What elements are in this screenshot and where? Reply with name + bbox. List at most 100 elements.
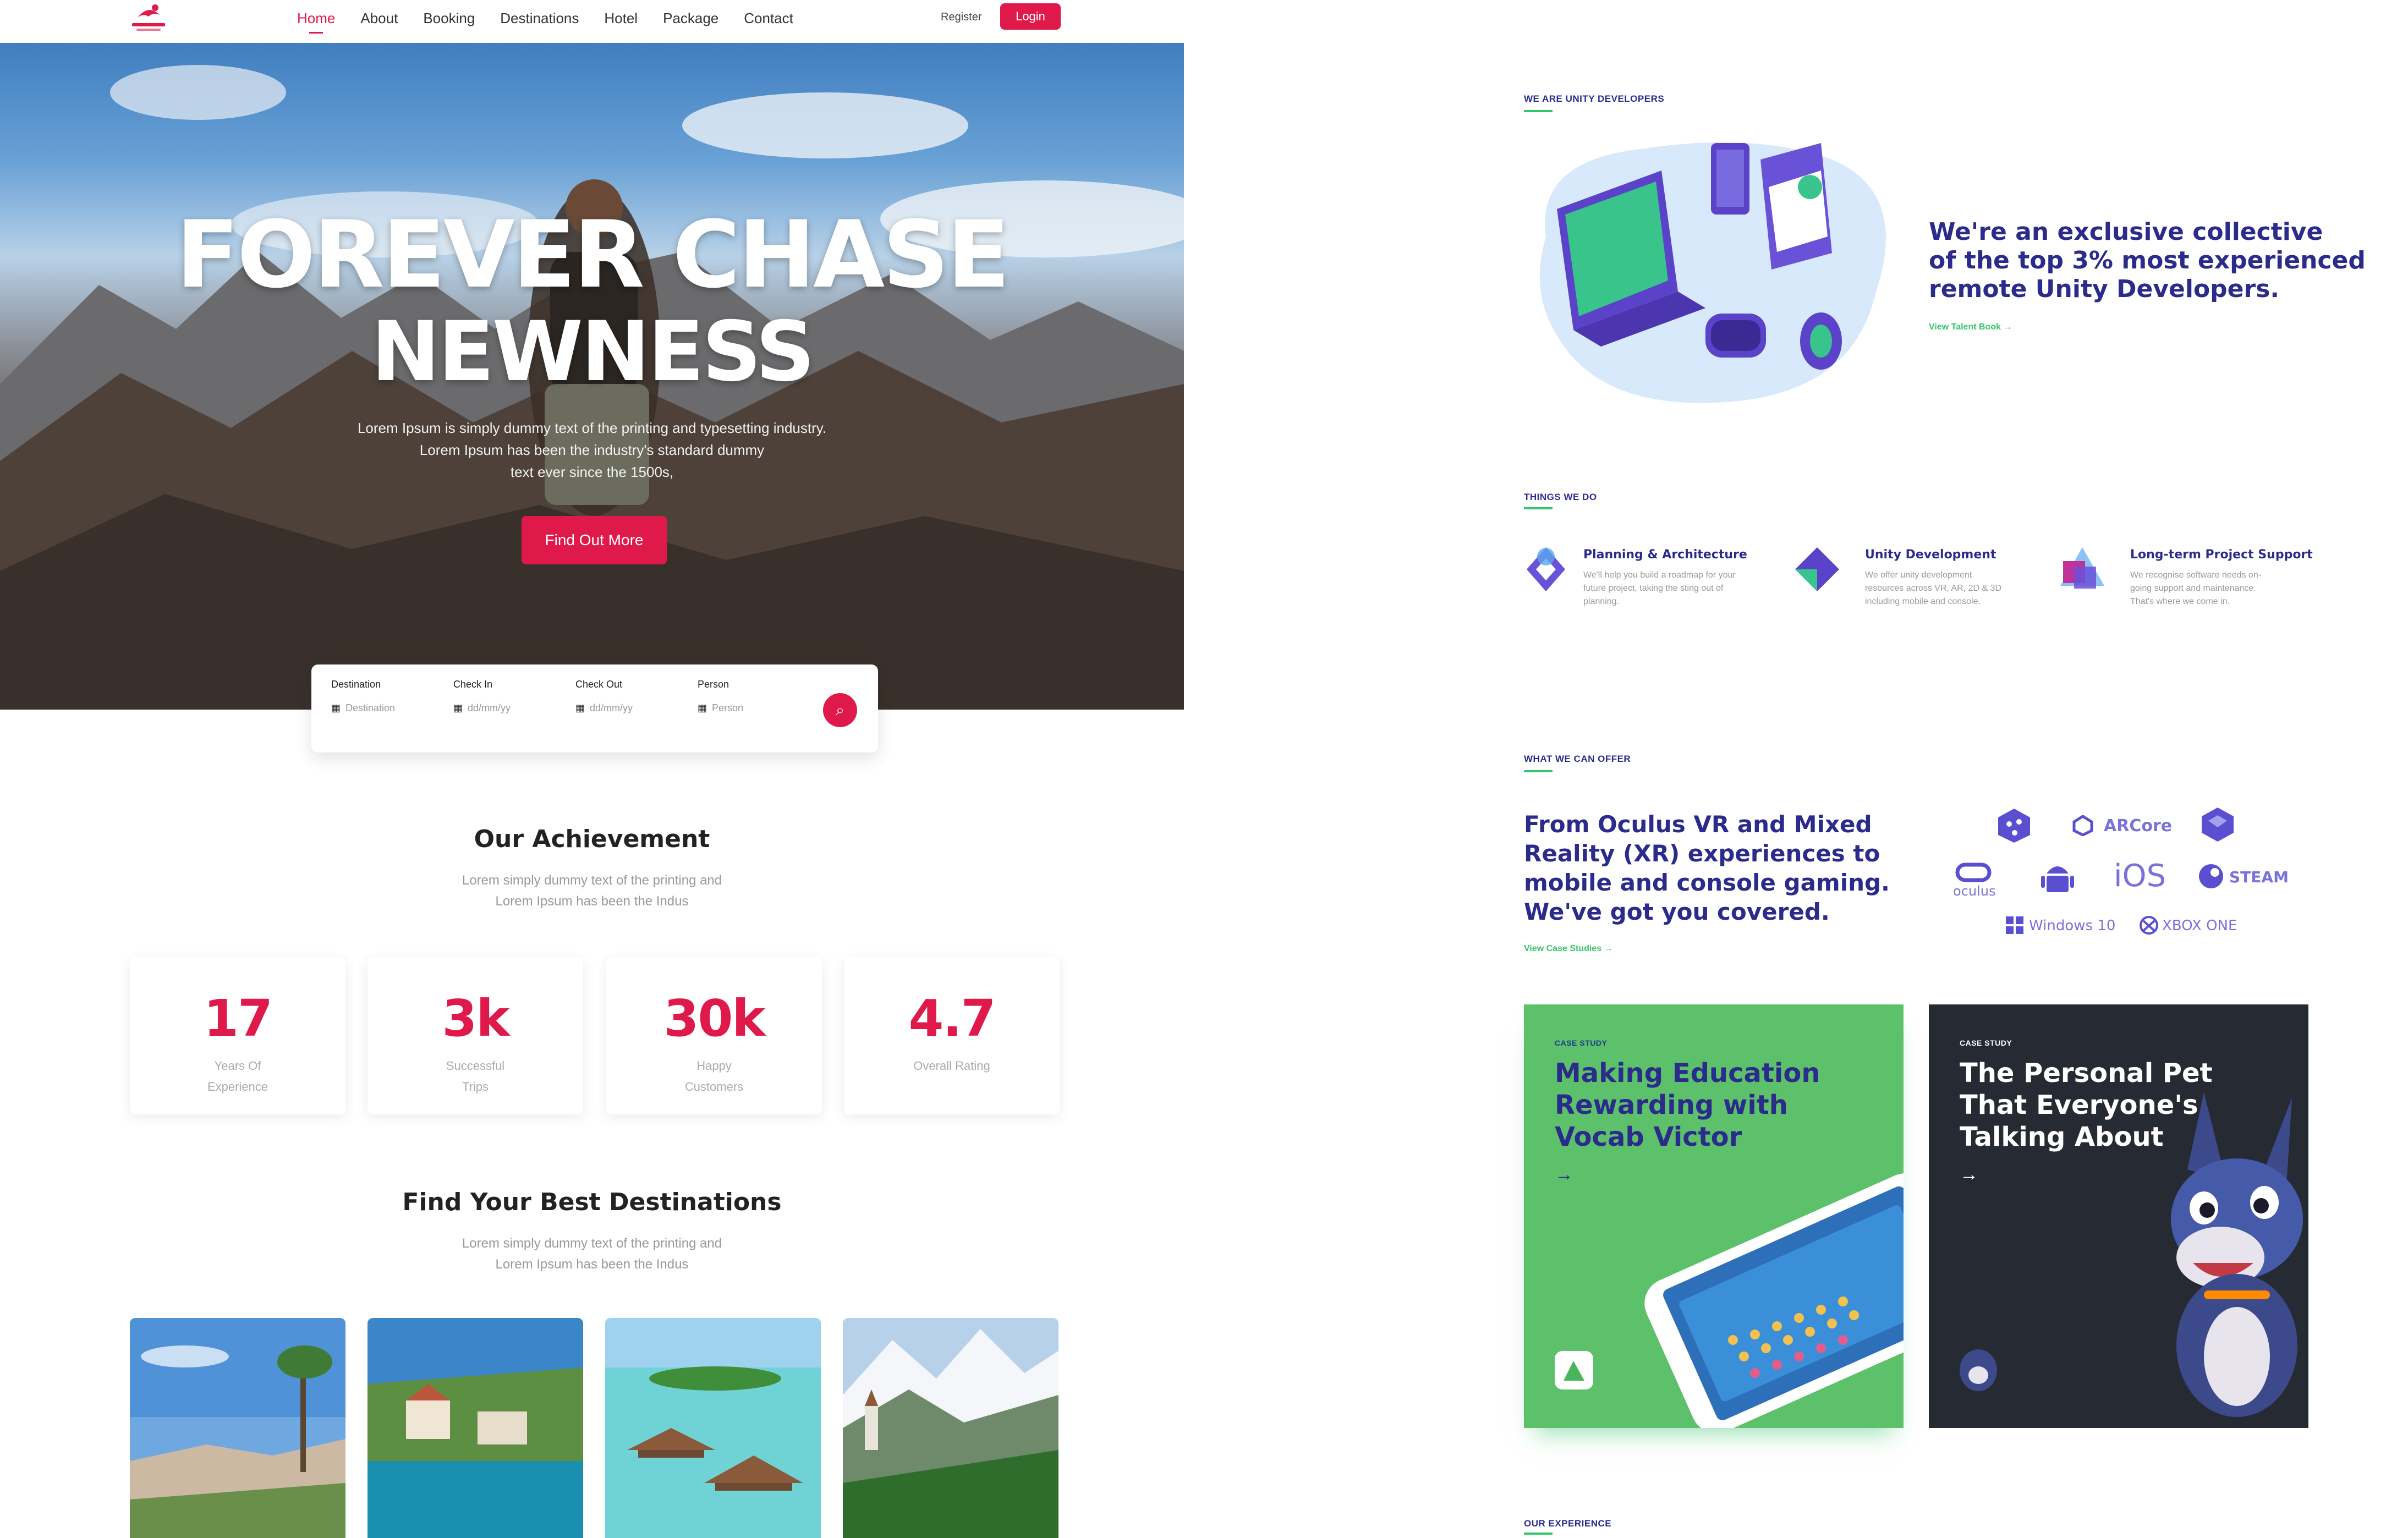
section-label-things-we-do: THINGS WE DO bbox=[1524, 492, 1597, 502]
stat-label: Happy Customers bbox=[684, 1059, 744, 1094]
stat-card-trips: 3k Successful Trips bbox=[367, 957, 583, 1114]
hero-subtitle: Lorem Ipsum is simply dummy text of the … bbox=[314, 417, 870, 483]
intro-heading: We're an exclusive collective of the top… bbox=[1929, 218, 2366, 304]
service-title-planning: Planning & Architecture bbox=[1583, 548, 1747, 562]
nav-booking[interactable]: Booking bbox=[423, 10, 475, 27]
achievement-title: Our Achievement bbox=[474, 825, 710, 853]
achievement-text: Lorem simply dummy text of the printing … bbox=[418, 870, 766, 912]
stat-value: 17 bbox=[203, 989, 273, 1048]
service-text-line: planning. bbox=[1583, 597, 1619, 606]
section-underline bbox=[1524, 1532, 1553, 1535]
hero-title-line1: FOREVER CHASE bbox=[175, 201, 1010, 309]
android-icon bbox=[2041, 866, 2074, 892]
intro-heading-line1: We're an exclusive collective bbox=[1929, 218, 2323, 246]
section-underline bbox=[1524, 507, 1553, 509]
service-title-support: Long-term Project Support bbox=[2130, 548, 2313, 562]
search-icon[interactable]: ⌕ bbox=[823, 693, 857, 727]
service-text-unity: We offer unity development resources acr… bbox=[1865, 569, 2001, 608]
destinations-text: Lorem simply dummy text of the printing … bbox=[418, 1233, 766, 1275]
check-out-field[interactable]: Check Out dd/mm/yy bbox=[575, 679, 633, 714]
travel-page: Home About Booking Destinations Hotel Pa… bbox=[0, 0, 1184, 1538]
view-case-studies-link[interactable]: View Case Studies → bbox=[1524, 944, 1613, 954]
service-text-line: future project, taking the sting out of bbox=[1583, 584, 1724, 593]
check-in-field[interactable]: Check In dd/mm/yy bbox=[453, 679, 511, 714]
hero-banner: FOREVER CHASE NEWNESS Lorem Ipsum is sim… bbox=[0, 43, 1184, 710]
destination-input[interactable]: Destination bbox=[331, 702, 395, 714]
service-text-line: including mobile and console. bbox=[1865, 597, 1981, 606]
login-button[interactable]: Login bbox=[1000, 3, 1061, 30]
offer-heading-line2: Reality (XR) experiences to bbox=[1524, 840, 1880, 867]
travel-logo[interactable] bbox=[127, 1, 171, 37]
nav-about[interactable]: About bbox=[360, 10, 398, 27]
nav-hotel[interactable]: Hotel bbox=[604, 10, 638, 27]
section-label-unity-developers: WE ARE UNITY DEVELOPERS bbox=[1524, 94, 1665, 104]
gem-icon bbox=[2202, 808, 2234, 842]
hero-subtitle-line2: Lorem Ipsum has been the industry's stan… bbox=[419, 442, 765, 458]
ios-label: iOS bbox=[2114, 858, 2166, 894]
oculus-label: oculus bbox=[1953, 883, 1996, 899]
unity-development-icon bbox=[1795, 547, 1839, 591]
person-field[interactable]: Person Person bbox=[698, 679, 743, 714]
stat-label: Years Of Experience bbox=[207, 1059, 268, 1094]
hero-subtitle-line1: Lorem Ipsum is simply dummy text of the … bbox=[357, 420, 827, 436]
destinations-text-line2: Lorem Ipsum has been the Indus bbox=[495, 1257, 689, 1272]
find-out-more-button[interactable]: Find Out More bbox=[522, 516, 667, 564]
person-input[interactable]: Person bbox=[698, 702, 743, 714]
section-label-experience: OUR EXPERIENCE bbox=[1524, 1518, 1612, 1529]
section-underline bbox=[1524, 770, 1553, 772]
travel-navbar: Home About Booking Destinations Hotel Pa… bbox=[0, 0, 1184, 43]
nav-destinations[interactable]: Destinations bbox=[500, 10, 579, 27]
check-out-label: Check Out bbox=[575, 679, 623, 690]
check-out-input[interactable]: dd/mm/yy bbox=[575, 702, 633, 714]
windows-label: Windows 10 bbox=[2029, 918, 2116, 934]
service-text-line: That's where we come in. bbox=[2130, 597, 2230, 606]
booking-search-bar: Destination Destination Check In dd/mm/y… bbox=[311, 664, 878, 752]
unity-cube-icon bbox=[1998, 809, 2030, 843]
xbox-label: XBOX ONE bbox=[2162, 918, 2237, 934]
hero-title-line2: NEWNESS bbox=[371, 304, 815, 400]
destination-card-coast[interactable] bbox=[130, 1318, 345, 1538]
destinations-title: Find Your Best Destinations bbox=[402, 1188, 782, 1216]
arcore-label: ARCore bbox=[2104, 816, 2173, 836]
destination-card-village[interactable] bbox=[367, 1318, 583, 1538]
stat-value: 3k bbox=[442, 989, 509, 1048]
oculus-icon bbox=[1955, 863, 1992, 882]
service-text-line: We recognise software needs on- bbox=[2130, 570, 2262, 580]
achievement-stats: 17 Years Of Experience 3k Successful Tri… bbox=[130, 957, 1060, 1114]
service-title-unity: Unity Development bbox=[1865, 548, 1996, 562]
destination-card-maldives[interactable] bbox=[605, 1318, 821, 1538]
service-text-line: going support and maintenance. bbox=[2130, 584, 2256, 593]
stat-card-customers: 30k Happy Customers bbox=[606, 957, 822, 1114]
stat-value: 30k bbox=[663, 989, 765, 1048]
destination-field[interactable]: Destination Destination bbox=[331, 679, 395, 714]
stat-value: 4.7 bbox=[908, 989, 996, 1048]
case-study-vocab-victor[interactable]: CASE STUDY Making Education Rewarding wi… bbox=[1524, 1004, 1904, 1428]
destinations-text-line1: Lorem simply dummy text of the printing … bbox=[462, 1236, 722, 1251]
offer-heading-line1: From Oculus VR and Mixed bbox=[1524, 811, 1872, 838]
nav-package[interactable]: Package bbox=[663, 10, 718, 27]
phone-game-illustration bbox=[1555, 1173, 1904, 1428]
destination-label: Destination bbox=[331, 679, 381, 690]
nav-contact[interactable]: Contact bbox=[744, 10, 793, 27]
xbox-icon bbox=[2140, 916, 2158, 935]
achievement-text-line1: Lorem simply dummy text of the printing … bbox=[462, 873, 722, 888]
section-underline bbox=[1524, 110, 1553, 112]
view-talent-book-link[interactable]: View Talent Book → bbox=[1929, 322, 2012, 332]
destination-card-alps[interactable] bbox=[843, 1318, 1058, 1538]
dog-character-illustration bbox=[1960, 1092, 2303, 1417]
service-text-line: We offer unity development bbox=[1865, 570, 1972, 580]
register-link[interactable]: Register bbox=[941, 11, 981, 24]
person-label: Person bbox=[698, 679, 729, 690]
stat-label: Overall Rating bbox=[913, 1059, 990, 1073]
stat-card-experience: 17 Years Of Experience bbox=[130, 957, 345, 1114]
check-in-input[interactable]: dd/mm/yy bbox=[453, 702, 511, 714]
case-study-personal-pet[interactable]: CASE STUDY The Personal Pet That Everyon… bbox=[1929, 1004, 2308, 1428]
nav-home[interactable]: Home bbox=[297, 10, 335, 34]
steam-label: STEAM bbox=[2229, 868, 2289, 886]
service-text-planning: We'll help you build a roadmap for your … bbox=[1583, 569, 1736, 608]
stat-label: Successful Trips bbox=[446, 1059, 505, 1094]
intro-heading-line2: of the top 3% most experienced bbox=[1929, 246, 2366, 274]
windows-icon bbox=[2006, 916, 2023, 934]
offer-heading-line3: mobile and console gaming. bbox=[1524, 869, 1890, 896]
service-text-support: We recognise software needs on- going su… bbox=[2130, 569, 2261, 608]
